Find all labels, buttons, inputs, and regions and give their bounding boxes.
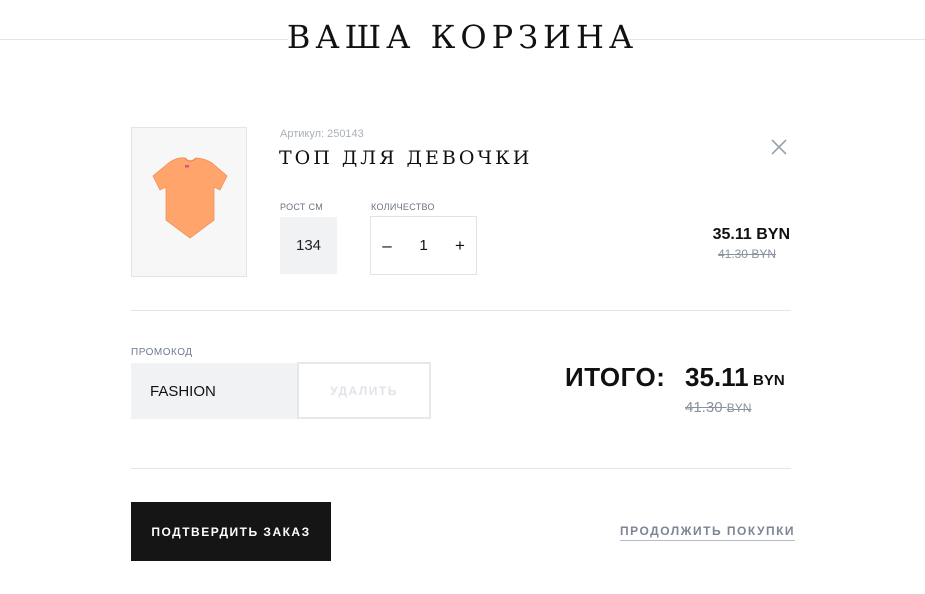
promo-code-input[interactable] [131, 363, 297, 419]
article-number: Артикул: 250143 [280, 128, 364, 140]
product-image[interactable] [131, 127, 247, 277]
total-old-value: 41.30 [685, 399, 723, 416]
close-icon [771, 139, 787, 155]
quantity-decrease-button[interactable]: – [377, 236, 397, 256]
divider [131, 310, 791, 311]
quantity-label: КОЛИЧЕСТВО [371, 202, 435, 212]
remove-item-button[interactable] [767, 135, 791, 159]
item-price-old: 41.30 BYN [717, 247, 776, 261]
size-label: РОСТ см [280, 202, 323, 212]
divider [131, 468, 791, 469]
total-value: 35.11 [685, 362, 749, 392]
continue-shopping-link[interactable]: ПРОДОЛЖИТЬ ПОКУПКИ [620, 524, 796, 541]
article-label: Артикул: [280, 128, 325, 140]
total-currency: BYN [753, 372, 785, 389]
size-value: 134 [280, 217, 337, 274]
product-name[interactable]: ТОП ДЛЯ ДЕВОЧКИ [279, 147, 532, 169]
promo-label: ПРОМОКОД [131, 347, 193, 358]
confirm-order-button[interactable]: ПОДТВЕРДИТЬ ЗАКАЗ [131, 502, 331, 561]
page-title: ВАША КОРЗИНА [286, 18, 639, 56]
quantity-value[interactable]: 1 [419, 237, 427, 254]
quantity-increase-button[interactable]: + [450, 236, 470, 256]
total-label: ИТОГО: [565, 362, 666, 392]
article-value: 250143 [327, 128, 364, 140]
total-old-price: 41.30 BYN [685, 399, 751, 416]
total-old-currency: BYN [726, 401, 752, 415]
promo-remove-button[interactable]: УДАЛИТЬ [297, 362, 431, 419]
quantity-stepper: – 1 + [370, 216, 477, 275]
orange-tshirt-image [152, 157, 228, 239]
item-price-current: 35.11 BYN [712, 226, 790, 243]
